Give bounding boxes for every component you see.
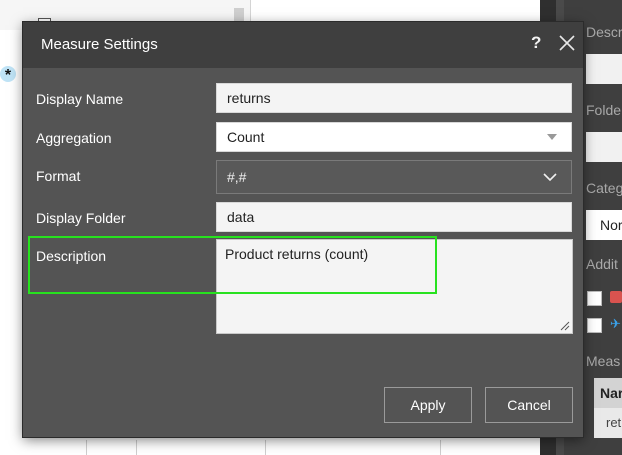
format-select[interactable]: #,# bbox=[216, 160, 572, 194]
divider bbox=[440, 440, 441, 455]
panel-label-description: Descr bbox=[586, 24, 622, 40]
divider bbox=[265, 440, 266, 455]
lock-icon bbox=[610, 291, 622, 303]
resize-grip-icon[interactable] bbox=[560, 321, 570, 331]
dialog-title: Measure Settings bbox=[41, 36, 158, 53]
dialog-titlebar[interactable]: Measure Settings ? bbox=[23, 22, 583, 68]
close-icon[interactable] bbox=[557, 33, 577, 53]
dropdown-arrow-icon bbox=[547, 134, 557, 140]
star-icon: * bbox=[0, 66, 16, 84]
divider bbox=[136, 440, 137, 455]
panel-grid-cell[interactable]: ret bbox=[594, 410, 622, 436]
apply-button[interactable]: Apply bbox=[384, 387, 472, 423]
divider bbox=[86, 440, 87, 455]
panel-grid-header[interactable]: Nar bbox=[594, 378, 622, 408]
panel-label-additional: Addit bbox=[586, 256, 618, 272]
panel-description-field[interactable] bbox=[586, 54, 622, 84]
format-label: Format bbox=[36, 168, 81, 184]
display-folder-input[interactable]: data bbox=[216, 202, 572, 232]
display-folder-label: Display Folder bbox=[36, 210, 126, 226]
display-name-input[interactable]: returns bbox=[216, 83, 572, 113]
panel-label-measures: Meas bbox=[586, 353, 621, 369]
aggregation-label: Aggregation bbox=[36, 130, 112, 146]
highlight-box bbox=[28, 236, 437, 294]
panel-category-select[interactable]: Nor bbox=[586, 210, 622, 240]
measure-settings-dialog: Measure Settings ? Display Name returns … bbox=[23, 22, 583, 437]
chevron-down-icon bbox=[543, 173, 557, 182]
panel-folder-field[interactable] bbox=[586, 132, 622, 162]
panel-label-category: Categ bbox=[586, 180, 622, 196]
cancel-button[interactable]: Cancel bbox=[485, 387, 573, 423]
panel-checkbox[interactable] bbox=[587, 318, 602, 333]
pin-icon: ✈ bbox=[610, 316, 621, 331]
aggregation-select[interactable]: Count bbox=[216, 122, 572, 152]
panel-checkbox[interactable] bbox=[587, 291, 602, 306]
aggregation-value: Count bbox=[227, 129, 265, 145]
panel-label-folder: Folde bbox=[586, 102, 622, 118]
help-button[interactable]: ? bbox=[531, 33, 541, 53]
display-name-label: Display Name bbox=[36, 91, 124, 107]
format-value: #,# bbox=[227, 169, 247, 185]
